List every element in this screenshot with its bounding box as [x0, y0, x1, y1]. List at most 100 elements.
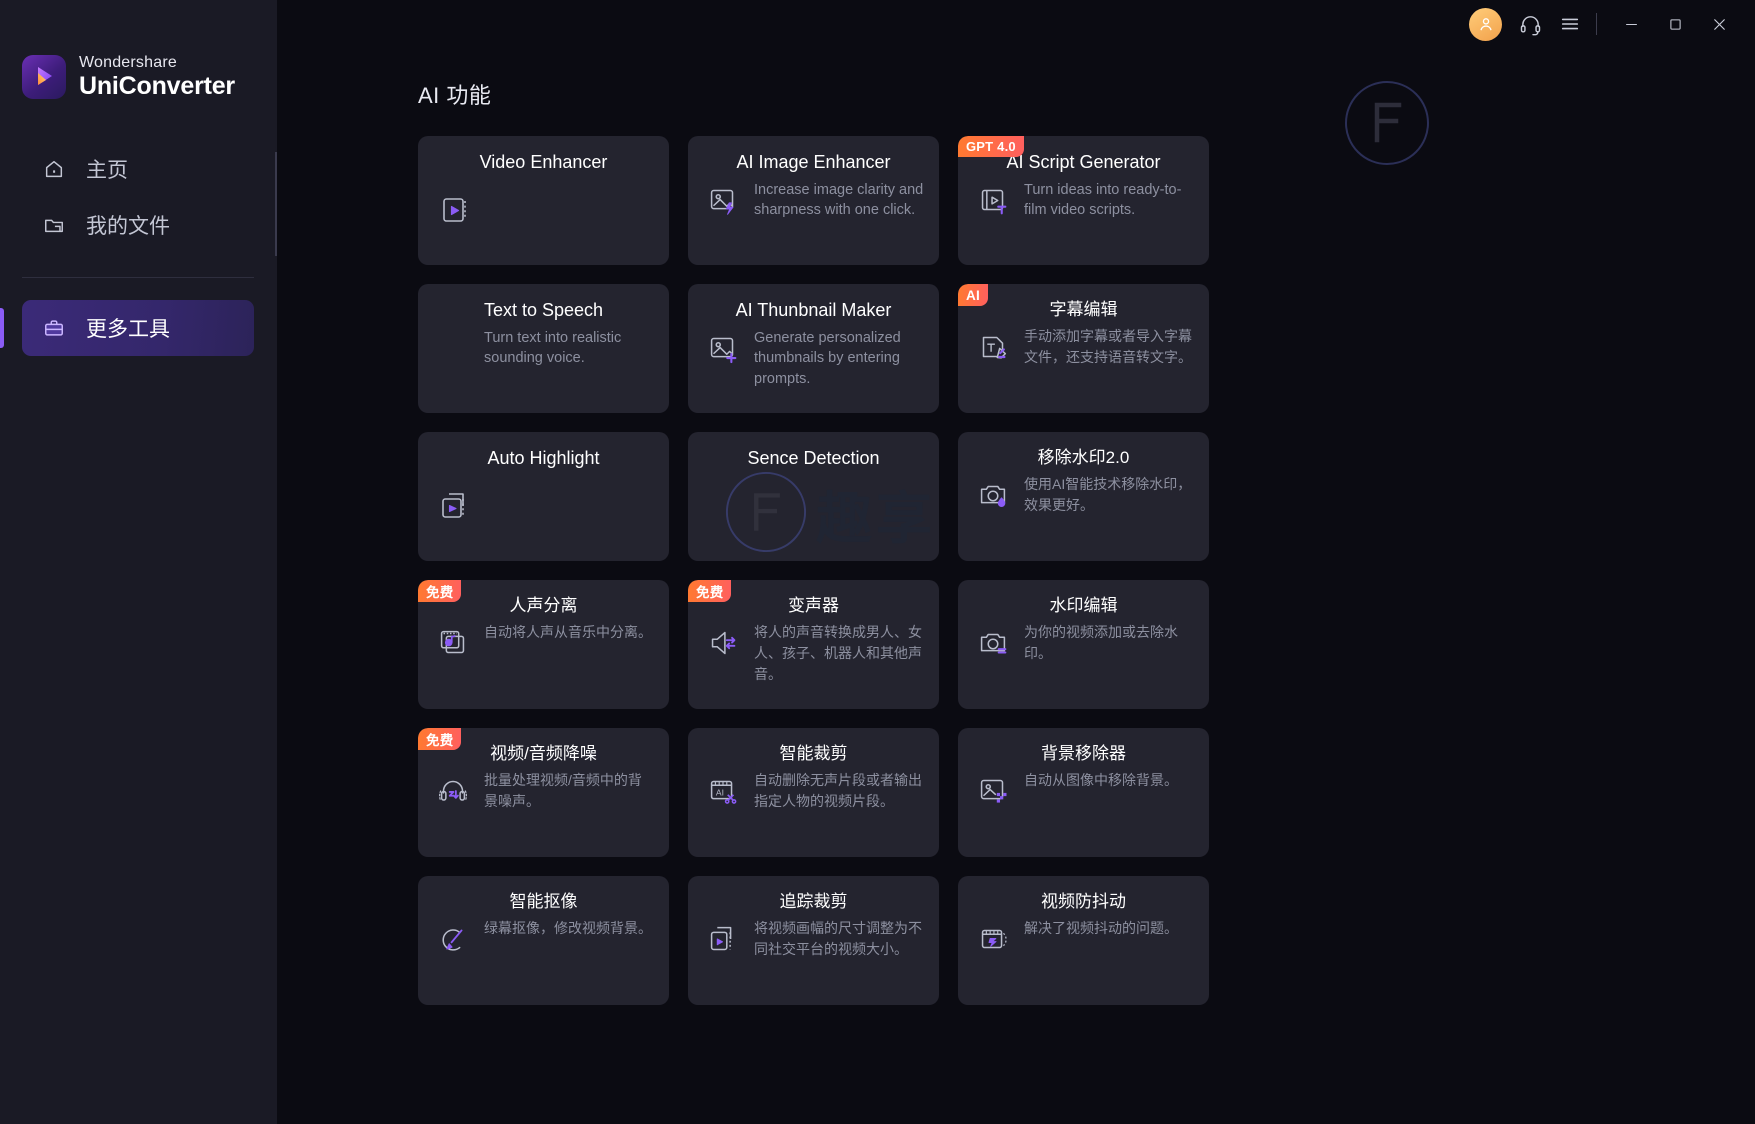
- tool-card-smart-trim[interactable]: 智能裁剪 AI 自动删除无声片段或者输出指定人物的视频片段。: [688, 728, 939, 857]
- tool-card-ai-image-enhancer[interactable]: AI Image Enhancer Increase image clarity…: [688, 136, 939, 265]
- smart-trim-icon: AI: [702, 770, 744, 812]
- svg-text:AI: AI: [716, 788, 724, 798]
- sidebar-item-label: 更多工具: [86, 318, 170, 341]
- page-title: AI 功能: [418, 83, 492, 108]
- headset-icon[interactable]: [1510, 4, 1550, 44]
- card-title: 智能抠像: [509, 892, 578, 911]
- tool-card-auto-reframe[interactable]: 追踪裁剪 将视频画幅的尺寸调整为不同社交平台的视频大小。: [688, 876, 939, 1005]
- brand-name-bottom: UniConverter: [79, 72, 235, 100]
- tool-card-watermark-remover[interactable]: 移除水印2.0 使用AI智能技术移除水印，效果更好。: [958, 432, 1209, 561]
- scene-detection-icon: [704, 484, 746, 526]
- sidebar-item-my-files[interactable]: 我的文件: [22, 197, 254, 253]
- video-stabilizer-icon: [972, 918, 1014, 960]
- card-description: 绿幕抠像，修改视频背景。: [484, 920, 652, 937]
- card-description: 将人的声音转换成男人、女人、孩子、机器人和其他声音。: [754, 624, 922, 683]
- card-title: 字幕编辑: [1049, 300, 1118, 319]
- script-generator-icon: [972, 180, 1014, 222]
- card-description: 批量处理视频/音频中的背景噪声。: [484, 772, 642, 810]
- hamburger-menu-icon[interactable]: [1550, 4, 1590, 44]
- titlebar-divider: [1596, 13, 1597, 35]
- card-description: 将视频画幅的尺寸调整为不同社交平台的视频大小。: [754, 920, 922, 958]
- card-title: 人声分离: [509, 596, 578, 615]
- folder-icon: [41, 212, 67, 238]
- smart-matting-icon: [432, 918, 474, 960]
- tool-card-video-stabilizer[interactable]: 视频防抖动 解决了视频抖动的问题。: [958, 876, 1209, 1005]
- card-description: Increase image clarity and sharpness wit…: [754, 181, 924, 219]
- tool-card-video-enhancer[interactable]: Video Enhancer: [418, 136, 669, 265]
- minimize-button[interactable]: [1609, 4, 1653, 44]
- card-title: Text to Speech: [483, 300, 604, 320]
- auto-reframe-icon: [702, 918, 744, 960]
- card-title: Sence Detection: [747, 448, 880, 468]
- brand-name-top: Wondershare: [79, 54, 177, 71]
- card-title: AI Thunbnail Maker: [735, 300, 892, 320]
- card-badge: 免费: [688, 580, 732, 602]
- tool-card-smart-matting[interactable]: 智能抠像 绿幕抠像，修改视频背景。: [418, 876, 669, 1005]
- tool-card-background-remover[interactable]: 背景移除器 自动从图像中移除背景。: [958, 728, 1209, 857]
- sidebar-nav: 主页 我的文件 更多工具: [0, 141, 277, 356]
- card-title: 视频/音频降噪: [490, 744, 597, 763]
- tool-card-subtitle-edit[interactable]: AI 字幕编辑 手动添加字幕或者导入字幕文件，还支持语音转文字。: [958, 284, 1209, 413]
- tool-card-ai-thumbnail-maker[interactable]: AI Thunbnail Maker Generate personalized…: [688, 284, 939, 413]
- watermark-remove-icon: [972, 474, 1014, 516]
- card-description: 自动从图像中移除背景。: [1024, 772, 1178, 789]
- card-description: 手动添加字幕或者导入字幕文件，还支持语音转文字。: [1024, 328, 1192, 366]
- title-bar: [277, 0, 1755, 48]
- card-badge: GPT 4.0: [958, 136, 1024, 157]
- noise-reduction-icon: [432, 770, 474, 812]
- uniconverter-logo-icon: [22, 55, 66, 99]
- watermark-edit-icon: [972, 622, 1014, 664]
- card-description: 使用AI智能技术移除水印，效果更好。: [1024, 476, 1192, 514]
- card-title: 背景移除器: [1041, 744, 1126, 763]
- tool-card-watermark-edit[interactable]: 水印编辑 为你的视频添加或去除水印。: [958, 580, 1209, 709]
- tool-card-voice-changer[interactable]: 免费 变声器 将人的声音转换成男人、女人、孩子、机器人和其他声音。: [688, 580, 939, 709]
- application-window: Wondershare UniConverter 主页 我的文件 更多工具 AI…: [0, 0, 1755, 1124]
- toolbox-icon: [41, 315, 67, 341]
- tool-card-auto-highlight[interactable]: Auto Highlight: [418, 432, 669, 561]
- close-button[interactable]: [1697, 4, 1741, 44]
- sidebar-divider: [22, 277, 254, 278]
- sidebar-item-label: 主页: [86, 159, 128, 182]
- auto-highlight-icon: [434, 484, 476, 526]
- card-title: 智能裁剪: [779, 744, 848, 763]
- video-enhance-icon: [434, 188, 476, 230]
- image-enhance-icon: [702, 180, 744, 222]
- sidebar: Wondershare UniConverter 主页 我的文件 更多工具: [0, 0, 277, 1124]
- card-title: AI Image Enhancer: [736, 152, 891, 172]
- sidebar-edge-tick-mid: [275, 204, 277, 256]
- card-badge: 免费: [418, 580, 462, 602]
- tool-card-grid: Video Enhancer AI Image Enhancer Increas…: [418, 136, 1755, 1005]
- sidebar-item-home[interactable]: 主页: [22, 141, 254, 197]
- card-title: 水印编辑: [1049, 596, 1118, 615]
- tool-card-noise-reduction[interactable]: 免费 视频/音频降噪 批量处理视频/音频中的背景噪声。: [418, 728, 669, 857]
- user-avatar-icon[interactable]: [1469, 7, 1502, 41]
- tool-card-ai-script-generator[interactable]: GPT 4.0 AI Script Generator Turn ideas i…: [958, 136, 1209, 265]
- thumbnail-maker-icon: [702, 328, 744, 370]
- tool-card-vocal-remover[interactable]: 免费 人声分离 自动将人声从音乐中分离。: [418, 580, 669, 709]
- sidebar-item-more-tools[interactable]: 更多工具: [0, 300, 254, 356]
- card-title: 变声器: [788, 596, 839, 615]
- subtitle-edit-icon: [972, 326, 1014, 368]
- card-badge: 免费: [418, 728, 462, 750]
- background-remove-icon: [972, 770, 1014, 812]
- card-title: 移除水印2.0: [1037, 448, 1130, 467]
- app-logo: Wondershare UniConverter: [0, 0, 277, 99]
- content-scroll-area: AI 功能 Video Enhancer AI Image Enhancer I…: [277, 0, 1755, 1124]
- home-icon: [41, 156, 67, 182]
- tool-card-scene-detection[interactable]: Sence Detection 趣享: [688, 432, 939, 561]
- maximize-button[interactable]: [1653, 4, 1697, 44]
- card-title: Auto Highlight: [487, 448, 600, 468]
- card-description: 为你的视频添加或去除水印。: [1024, 624, 1178, 662]
- card-title: Video Enhancer: [479, 152, 608, 172]
- card-description: 自动将人声从音乐中分离。: [484, 624, 652, 641]
- tool-card-text-to-speech[interactable]: Text to Speech Turn text into realistic …: [418, 284, 669, 413]
- main-area: AI 功能 Video Enhancer AI Image Enhancer I…: [277, 0, 1755, 1124]
- sidebar-edge-tick-top: [275, 152, 277, 208]
- vocal-remover-icon: [432, 622, 474, 664]
- card-badge: AI: [958, 284, 988, 306]
- text-to-speech-icon: [432, 328, 474, 370]
- card-description: Generate personalized thumbnails by ente…: [754, 329, 901, 387]
- card-description: Turn ideas into ready-to-film video scri…: [1024, 181, 1182, 219]
- card-description: Turn text into realistic sounding voice.: [484, 329, 622, 367]
- sidebar-item-label: 我的文件: [86, 215, 170, 238]
